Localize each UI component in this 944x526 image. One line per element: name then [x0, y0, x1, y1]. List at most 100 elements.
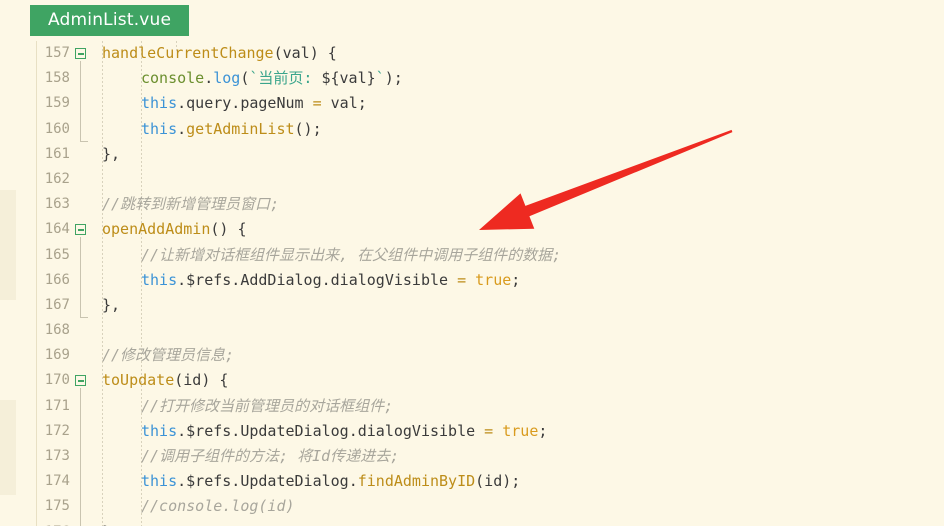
code-token: //console.log(id) — [141, 497, 295, 516]
code-token: .$refs.AddDialog.dialogVisible — [177, 270, 458, 289]
code-token: (val) { — [273, 44, 337, 62]
code-token: }, — [102, 295, 121, 314]
tab-adminlist-vue[interactable]: AdminList.vue — [30, 5, 190, 36]
code-token: ); — [384, 69, 403, 88]
line-number: 174 — [44, 473, 70, 490]
fold-collapse-icon[interactable] — [75, 48, 86, 59]
code-text: }, — [102, 293, 120, 318]
code-line[interactable]: 161}, — [0, 142, 944, 167]
line-number: 158 — [44, 70, 70, 87]
code-text: //跳转到新增管理员窗口; — [102, 192, 279, 217]
code-line[interactable]: 168 — [0, 318, 944, 343]
fold-collapse-icon[interactable] — [75, 224, 86, 236]
code-line[interactable]: 162 — [0, 167, 944, 192]
code-token: //修改管理员信息; — [102, 346, 235, 365]
code-text: console.log(`当前页: ${val}`); — [141, 66, 403, 91]
code-line[interactable]: 175 //console.log(id) — [0, 494, 944, 519]
code-token: }, — [102, 523, 120, 526]
code-text: this.$refs.UpdateDialog.findAdminByID(id… — [141, 469, 520, 494]
code-token: findAdminByID — [357, 472, 476, 491]
code-token: console — [141, 69, 205, 88]
code-line[interactable]: 173 //调用子组件的方法; 将Id传递进去; — [0, 444, 944, 469]
code-token: .$refs.UpdateDialog.dialogVisible — [177, 421, 485, 440]
code-token: (id); — [475, 472, 521, 491]
code-token: = — [312, 94, 322, 113]
line-number: 161 — [44, 145, 70, 162]
code-token: handleCurrentChange — [102, 44, 274, 62]
line-number: 164 — [44, 221, 70, 238]
line-number: 165 — [44, 246, 70, 263]
code-text: this.getAdminList(); — [141, 117, 322, 142]
code-token: openAddAdmin — [102, 220, 211, 239]
code-token: = — [484, 421, 494, 440]
code-text: openAddAdmin() { — [102, 217, 247, 242]
line-number: 157 — [44, 45, 70, 61]
code-token: . — [204, 69, 214, 88]
line-number: 169 — [44, 347, 70, 364]
line-number: 175 — [44, 498, 70, 515]
code-text: this.query.pageNum = val; — [141, 91, 367, 116]
code-text: toUpdate(id) { — [102, 368, 228, 393]
code-token: = — [457, 270, 467, 289]
line-number: 159 — [44, 95, 70, 112]
code-line[interactable]: 167}, — [0, 293, 944, 318]
code-content-area[interactable]: 157 handleCurrentChange(val) { 158 console.… — [0, 41, 944, 526]
code-line[interactable]: 164 openAddAdmin() { — [0, 217, 944, 242]
code-token: }, — [102, 144, 121, 163]
code-token: this — [141, 472, 178, 491]
code-line[interactable]: 159 this.query.pageNum = val; — [0, 91, 944, 116]
line-number: 176 — [0, 520, 70, 526]
code-line[interactable]: 171 //打开修改当前管理员的对话框组件; — [0, 394, 944, 419]
code-token: (id) { — [174, 371, 229, 390]
code-line[interactable]: 176}, — [0, 520, 944, 526]
code-token: .query.pageNum — [177, 94, 313, 113]
code-token: () { — [210, 220, 247, 239]
code-token: ; — [511, 270, 521, 289]
code-line[interactable]: 172 this.$refs.UpdateDialog.dialogVisible… — [0, 419, 944, 444]
code-token: true — [475, 270, 512, 289]
code-text: //修改管理员信息; — [102, 343, 234, 368]
code-text: this.$refs.UpdateDialog.dialogVisible = … — [141, 419, 547, 444]
code-token: this — [141, 94, 178, 113]
code-token: //让新增对话框组件显示出来, 在父组件中调用子组件的数据; — [141, 245, 562, 264]
code-token: val; — [321, 94, 367, 113]
code-token: log — [213, 69, 241, 88]
code-line[interactable]: 170 toUpdate(id) { — [0, 368, 944, 393]
code-token: `当前页: — [249, 69, 322, 88]
code-line[interactable]: 166 this.$refs.AddDialog.dialogVisible = … — [0, 268, 944, 293]
code-token: true — [502, 421, 539, 440]
code-line[interactable]: 174 this.$refs.UpdateDialog.findAdminByID… — [0, 469, 944, 494]
code-line[interactable]: 163 //跳转到新增管理员窗口; — [0, 192, 944, 217]
code-token: .$refs.UpdateDialog. — [177, 472, 358, 491]
code-text: }, — [102, 520, 120, 526]
line-number: 163 — [44, 196, 70, 213]
code-line-list: 157 handleCurrentChange(val) { 158 console.… — [0, 41, 944, 526]
code-token: . — [177, 119, 187, 138]
code-text: //让新增对话框组件显示出来, 在父组件中调用子组件的数据; — [141, 243, 561, 268]
line-number: 170 — [44, 372, 70, 389]
line-number: 160 — [44, 120, 70, 137]
code-text: this.$refs.AddDialog.dialogVisible = tru… — [141, 268, 520, 293]
line-number: 162 — [44, 170, 70, 187]
code-line[interactable]: 169 //修改管理员信息; — [0, 343, 944, 368]
code-line[interactable]: 165 //让新增对话框组件显示出来, 在父组件中调用子组件的数据; — [0, 243, 944, 268]
line-number: 172 — [44, 422, 70, 439]
fold-collapse-icon[interactable] — [75, 375, 86, 387]
code-text: //打开修改当前管理员的对话框组件; — [141, 394, 393, 419]
code-token: //跳转到新增管理员窗口; — [102, 195, 280, 214]
line-number: 171 — [44, 397, 70, 414]
code-line[interactable]: 157 handleCurrentChange(val) { — [0, 41, 944, 66]
code-token: this — [141, 119, 178, 138]
code-line[interactable]: 160 this.getAdminList(); — [0, 117, 944, 142]
code-text: //调用子组件的方法; 将Id传递进去; — [141, 444, 399, 469]
code-token: toUpdate — [102, 371, 175, 390]
code-line[interactable]: 158 console.log(`当前页: ${val}`); — [0, 66, 944, 91]
code-token: //打开修改当前管理员的对话框组件; — [141, 396, 394, 415]
code-token: ` — [375, 69, 385, 88]
line-number: 167 — [44, 296, 70, 313]
line-number: 168 — [44, 322, 70, 339]
code-editor-window: AdminList.vue 157 handleCurrentChange(val… — [0, 0, 944, 526]
code-text: //console.log(id) — [141, 494, 295, 519]
editor-tab-bar: AdminList.vue — [0, 0, 944, 41]
